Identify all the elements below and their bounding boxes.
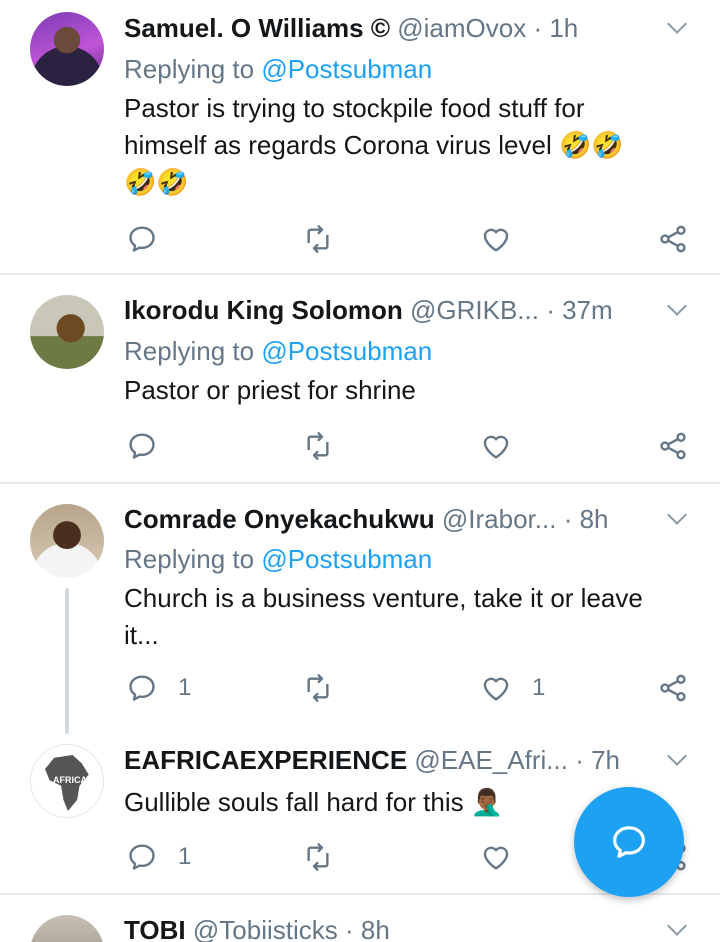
retweet-icon (307, 432, 329, 460)
reply-button[interactable] (126, 426, 178, 466)
reply-count: 1 (178, 674, 192, 701)
tweet[interactable]: Ikorodu King Solomon @GRIKB... · 37m Rep… (0, 275, 720, 483)
retweet-button[interactable] (302, 837, 334, 877)
thread-connector (65, 588, 69, 734)
reply-button[interactable] (126, 219, 178, 259)
share-icon (660, 674, 686, 702)
reply-button[interactable]: 1 (126, 668, 191, 708)
like-button[interactable] (480, 219, 532, 259)
retweet-button[interactable] (302, 219, 334, 259)
heart-icon (483, 846, 509, 870)
reply-count: 1 (178, 843, 192, 870)
author-handle[interactable]: @GRIKB... (410, 295, 539, 325)
reply-handle-link[interactable]: @Postsubman (261, 336, 432, 366)
comment-icon (129, 433, 155, 459)
comment-icon (129, 844, 155, 870)
tweet-actions: 1 1 (0, 668, 720, 708)
replying-to: Replying to @Postsubman (124, 52, 432, 86)
compose-reply-button[interactable] (574, 787, 684, 897)
share-icon (660, 432, 686, 460)
share-icon (660, 225, 686, 253)
share-button[interactable] (657, 219, 689, 259)
heart-icon (483, 228, 509, 252)
tweet-time: · 37m (546, 295, 613, 325)
chevron-down-icon[interactable] (666, 748, 690, 772)
author-name[interactable]: Ikorodu King Solomon (124, 295, 403, 325)
replying-to: Replying to @Postsubman (124, 334, 432, 368)
retweet-icon (307, 225, 329, 253)
retweet-button[interactable] (302, 426, 334, 466)
retweet-icon (307, 843, 329, 871)
like-button[interactable] (480, 837, 532, 877)
replying-to-label: Replying to (124, 544, 255, 574)
author-handle[interactable]: @Tobiisticks (193, 915, 338, 942)
reply-handle-link[interactable]: @Postsubman (261, 544, 432, 574)
chevron-down-icon[interactable] (666, 16, 690, 40)
reply-button[interactable]: 1 (126, 837, 191, 877)
tweet[interactable]: Samuel. O Williams © @iamOvox · 1h Reply… (0, 0, 720, 274)
tweet-time: · 8h (563, 504, 609, 534)
compose-reply-icon (613, 826, 645, 858)
share-button[interactable] (657, 426, 689, 466)
author-handle[interactable]: @Irabor... (442, 504, 557, 534)
chevron-down-icon[interactable] (666, 507, 690, 531)
heart-icon (483, 677, 509, 701)
replying-to-label: Replying to (124, 336, 255, 366)
tweet[interactable]: TOBI @Tobiisticks · 8h (0, 895, 720, 942)
reply-handle-link[interactable]: @Postsubman (261, 54, 432, 84)
tweet-text: Pastor is trying to stockpile food stuff… (124, 93, 624, 197)
tweet-actions (0, 219, 720, 259)
replying-to: Replying to @Postsubman (124, 542, 432, 576)
comment-icon (129, 675, 155, 701)
retweet-icon (307, 674, 329, 702)
author-name[interactable]: EAFRICAEXPERIENCE (124, 745, 407, 775)
tweet-text: Church is a business venture, take it or… (124, 583, 643, 650)
tweet[interactable]: Comrade Onyekachukwu @Irabor... · 8h Rep… (0, 484, 720, 736)
like-button[interactable] (480, 426, 532, 466)
avatar[interactable] (30, 915, 104, 942)
chevron-down-icon[interactable] (666, 918, 690, 942)
author-name[interactable]: TOBI (124, 915, 186, 942)
author-handle[interactable]: @iamOvox (397, 13, 526, 43)
author-handle[interactable]: @EAE_Afri... (414, 745, 568, 775)
retweet-button[interactable] (302, 668, 334, 708)
tweet-time: · 8h (344, 915, 390, 942)
chevron-down-icon[interactable] (666, 298, 690, 322)
share-button[interactable] (657, 668, 689, 708)
avatar[interactable] (30, 295, 104, 369)
like-button[interactable]: 1 (480, 668, 545, 708)
tweet-time: · 7h (575, 745, 620, 775)
avatar-text: AFRICA (53, 775, 87, 785)
avatar[interactable] (30, 504, 104, 578)
tweet-actions (0, 426, 720, 466)
author-name[interactable]: Comrade Onyekachukwu (124, 504, 435, 534)
avatar[interactable]: AFRICA (30, 744, 104, 818)
tweet-time: · 1h (533, 13, 579, 43)
heart-icon (483, 435, 509, 459)
avatar[interactable] (30, 12, 104, 86)
author-name[interactable]: Samuel. O Williams © (124, 13, 390, 43)
comment-icon (129, 226, 155, 252)
like-count: 1 (532, 674, 546, 701)
tweet-text: Pastor or priest for shrine (124, 375, 416, 405)
replying-to-label: Replying to (124, 54, 255, 84)
